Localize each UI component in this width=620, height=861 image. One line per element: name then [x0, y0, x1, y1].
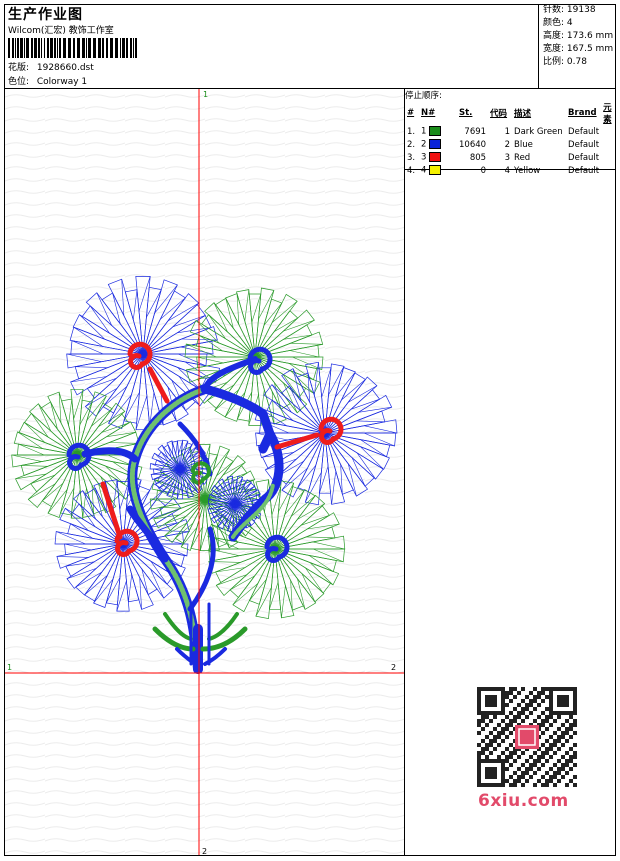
- col-brand: Brand: [568, 108, 597, 118]
- col-description: 描述: [514, 109, 532, 119]
- marker-bottom: 2: [202, 847, 207, 855]
- design-canvas[interactable]: 1 1 2 2: [5, 89, 404, 855]
- design-label: 花版:: [8, 63, 30, 73]
- col-element: 元素: [603, 103, 612, 125]
- swatch-dark-green: [429, 126, 442, 137]
- col-stitches: St.: [459, 108, 473, 118]
- swatch-blue: [429, 139, 442, 150]
- colorway-label: 色位:: [8, 77, 30, 87]
- stop-sequence-panel: 停止顺序: # N# St. 代码 描述 Brand 元素 1. 1 7691 …: [405, 89, 616, 176]
- swatch-yellow: [429, 165, 442, 176]
- stat-scale: 比例: 0.78: [543, 57, 587, 67]
- barcode-icon: [8, 38, 137, 58]
- design-value: 1928660.dst: [36, 63, 94, 73]
- stop-sequence-table: # N# St. 代码 描述 Brand 元素 1. 1 7691 1 Dark…: [405, 101, 616, 177]
- stat-width: 宽度: 167.5 mm: [543, 44, 614, 54]
- marker-left: 1: [7, 663, 12, 672]
- marker-top: 1: [203, 90, 208, 99]
- panel-divider: [404, 88, 405, 856]
- col-code: 代码: [490, 109, 508, 119]
- colorway-value: Colorway 1: [36, 77, 88, 87]
- table-header-row: # N# St. 代码 描述 Brand 元素: [405, 101, 616, 125]
- colorway-row: 色位: Colorway 1: [8, 74, 87, 87]
- col-needle: N#: [421, 108, 436, 118]
- marker-right: 2: [391, 663, 396, 672]
- company-name: Wilcom(汇宏) 教饰工作室: [8, 26, 114, 36]
- stat-stitches: 针数: 19138: [543, 5, 596, 15]
- table-row[interactable]: 4. 4 0 4 Yellow Default: [405, 164, 616, 177]
- design-row: 花版: 1928660.dst: [8, 60, 94, 73]
- stat-height: 高度: 173.6 mm: [543, 31, 614, 41]
- stat-colors: 颜色: 4: [543, 18, 573, 28]
- page-title: 生产作业图: [8, 7, 83, 23]
- embroidery-preview: 1 1 2 2: [5, 89, 404, 855]
- stop-sequence-caption: 停止顺序:: [405, 91, 442, 101]
- watermark-site: 6xiu.com: [478, 791, 569, 811]
- table-row[interactable]: 2. 2 10640 2 Blue Default: [405, 138, 616, 151]
- swatch-red: [429, 152, 442, 163]
- table-row[interactable]: 3. 3 805 3 Red Default: [405, 151, 616, 164]
- col-index: #: [407, 108, 415, 118]
- stats-panel: 针数: 19138 颜色: 4 高度: 173.6 mm 宽度: 167.5 m…: [538, 4, 616, 88]
- table-row[interactable]: 1. 1 7691 1 Dark Green Default: [405, 125, 616, 138]
- qr-code-icon: [471, 681, 583, 793]
